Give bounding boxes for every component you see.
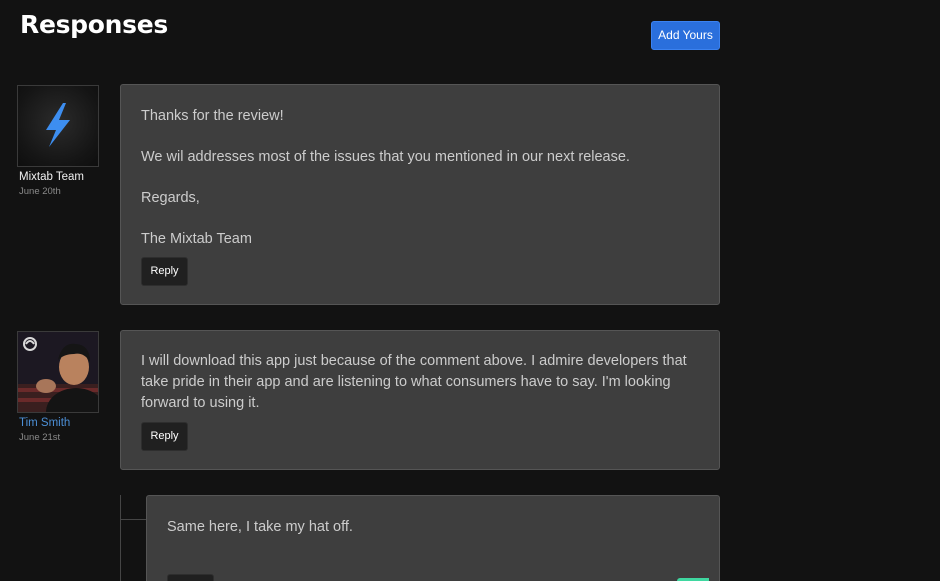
comment-text: The Mixtab Team: [141, 231, 252, 247]
comment-date: June 20th: [19, 186, 61, 197]
page-title: Responses: [20, 10, 168, 39]
reply-button[interactable]: [167, 574, 214, 581]
avatar[interactable]: [17, 85, 99, 167]
responses-page: Responses Add Yours Mixtab Team June 20t…: [0, 0, 940, 581]
thread-line: [120, 519, 146, 520]
reply-card: Same here, I take my hat off.: [146, 495, 720, 581]
user-photo-icon: [18, 332, 98, 412]
comment-card: I will download this app just because of…: [120, 330, 720, 470]
comment-card: Thanks for the review! We wil addresses …: [120, 84, 720, 305]
comment-text: We wil addresses most of the issues that…: [141, 149, 630, 165]
reply-button[interactable]: Reply: [141, 257, 188, 286]
author-name: Mixtab Team: [19, 171, 84, 183]
comment-date: June 21st: [19, 432, 61, 443]
reply-button[interactable]: Reply: [141, 422, 188, 451]
comment-text: Thanks for the review!: [141, 108, 284, 124]
author-name-link[interactable]: Tim Smith: [19, 417, 70, 429]
comment-text: Same here, I take my hat off.: [167, 519, 353, 535]
comment-text: I will download this app just because of…: [141, 353, 687, 411]
lightning-bolt-icon: [46, 103, 70, 147]
comment-text: Regards,: [141, 190, 200, 206]
add-yours-button[interactable]: Add Yours: [651, 21, 720, 50]
avatar[interactable]: [17, 331, 99, 413]
thread-line: [120, 495, 121, 581]
